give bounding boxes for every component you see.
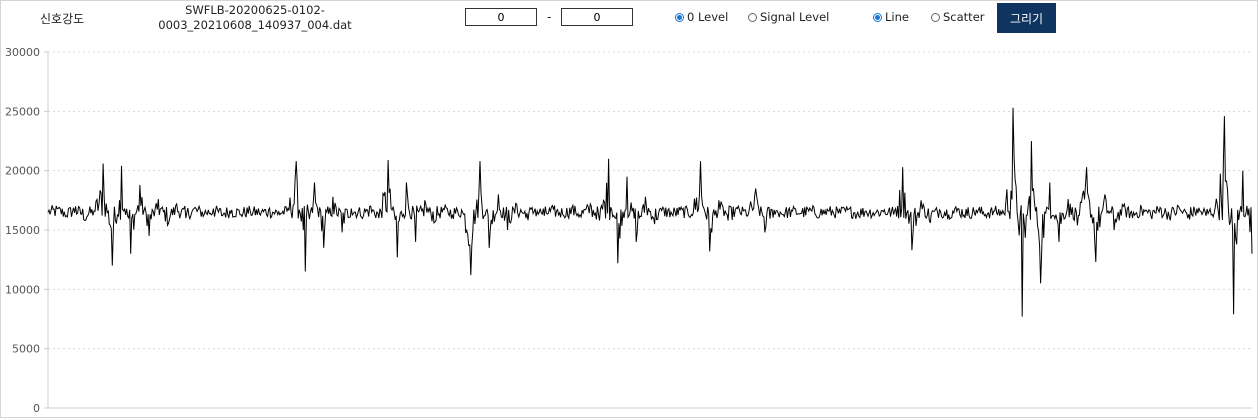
- file-name-line-2: 0003_20210608_140937_004.dat: [158, 18, 352, 32]
- signal-strength-label: 신호강도: [40, 12, 85, 26]
- y-tick-label: 10000: [5, 283, 40, 296]
- y-tick-label: 25000: [5, 105, 40, 118]
- radio-scatter-label: Scatter: [943, 10, 985, 24]
- range-start-input[interactable]: [465, 8, 537, 26]
- radio-scatter-dot[interactable]: [931, 12, 940, 22]
- y-tick-label: 0: [33, 402, 40, 415]
- y-tick-label: 20000: [5, 165, 40, 178]
- radio-line[interactable]: Line: [873, 10, 909, 24]
- y-tick-label: 15000: [5, 224, 40, 237]
- radio-zero-level[interactable]: 0 Level: [675, 10, 728, 24]
- radio-zero-level-dot[interactable]: [675, 12, 684, 22]
- range-separator: -: [547, 10, 552, 24]
- radio-signal-level-label: Signal Level: [760, 10, 830, 24]
- radio-line-label: Line: [885, 10, 909, 24]
- toolbar: 신호강도 SWFLB-20200625-0102- 0003_20210608_…: [0, 0, 1258, 40]
- file-name-line-1: SWFLB-20200625-0102-: [185, 3, 325, 17]
- series-group: [47, 107, 1253, 317]
- signal-series-line: [47, 107, 1253, 317]
- y-tick-label: 30000: [5, 46, 40, 59]
- y-axis-ticks: 0 5000 10000 15000 20000 25000 30000: [5, 46, 48, 415]
- range-end-input[interactable]: [561, 8, 633, 26]
- radio-signal-level[interactable]: Signal Level: [748, 10, 829, 24]
- grid-lines: [48, 51, 1252, 350]
- radio-signal-level-dot[interactable]: [748, 12, 757, 22]
- radio-line-dot[interactable]: [873, 12, 882, 22]
- file-name: SWFLB-20200625-0102- 0003_20210608_14093…: [140, 3, 370, 33]
- draw-button[interactable]: 그리기: [997, 3, 1056, 33]
- signal-chart: 0 5000 10000 15000 20000 25000 30000: [5, 46, 1253, 415]
- radio-zero-level-label: 0 Level: [687, 10, 729, 24]
- y-tick-label: 5000: [12, 343, 40, 356]
- radio-scatter[interactable]: Scatter: [931, 10, 985, 24]
